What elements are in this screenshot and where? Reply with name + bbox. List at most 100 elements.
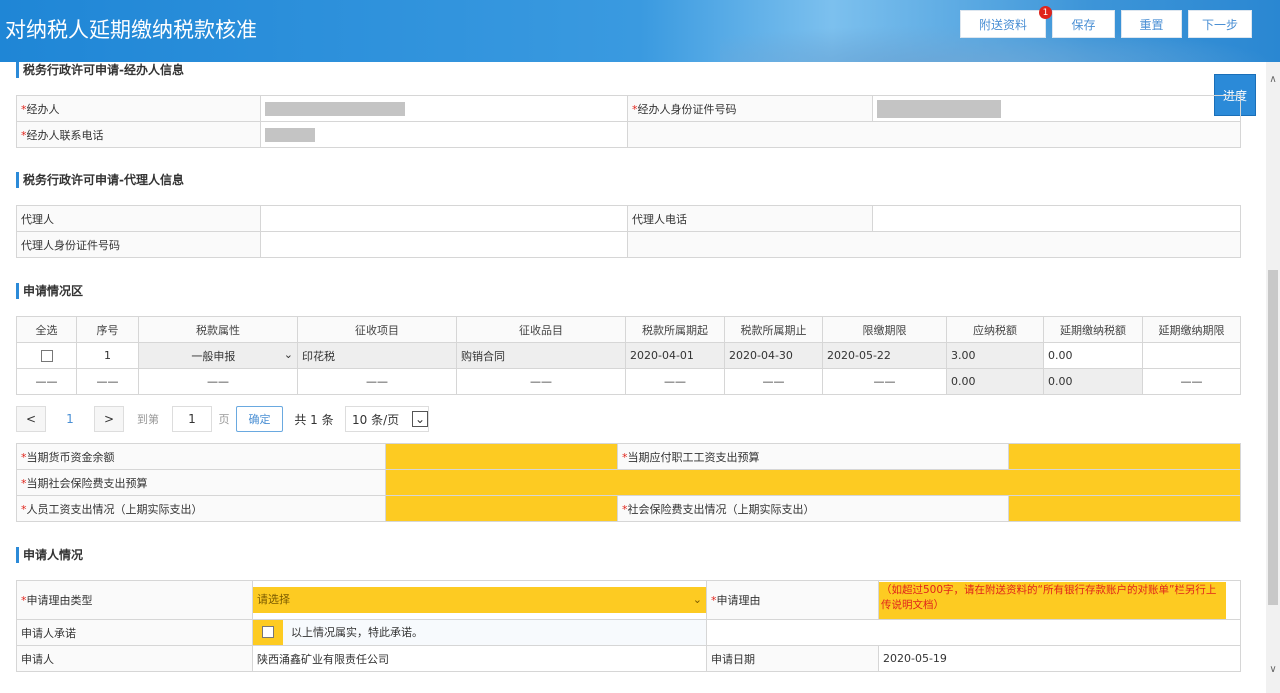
col-tax: 应纳税额 [947,317,1044,343]
reason-cell: （如超过500字，请在附送资料的“所有银行存款账户的对账单”栏另行上传说明文档） [879,581,1241,620]
empty-cell [628,232,1241,258]
section-title-apply: 申请情况区 [16,283,83,299]
row-seq: 1 [77,343,139,369]
save-button[interactable]: 保存 [1052,10,1115,38]
col-deferred-deadline: 延期缴纳期限 [1143,317,1241,343]
row-deferred-input[interactable]: 0.00 [1044,343,1143,369]
table-header: 全选 序号 税款属性 征收项目 征收品目 税款所属期起 税款所属期止 限缴期限 … [17,317,1241,343]
col-start: 税款所属期起 [626,317,725,343]
current-page[interactable]: 1 [46,406,94,432]
insurance-budget-label: *当期社会保险费支出预算 [17,470,386,496]
proxy-table: 代理人 代理人电话 代理人身份证件号码 [16,205,1241,258]
dash: —— [1143,369,1241,395]
dash: —— [626,369,725,395]
page-input[interactable]: 1 [172,406,212,432]
col-attr: 税款属性 [139,317,298,343]
proxy-name-field[interactable] [261,206,628,232]
agent-field[interactable] [261,96,628,122]
scrollbar-thumb[interactable] [1268,270,1278,605]
proxy-id-field[interactable] [261,232,628,258]
agent-table: *经办人 *经办人身份证件号码 *经办人联系电话 [16,95,1241,148]
section-title-applicant: 申请人情况 [16,547,83,563]
reason-textarea[interactable]: （如超过500字，请在附送资料的“所有银行存款账户的对账单”栏另行上传说明文档） [879,582,1226,619]
promise-text: 以上情况属实，特此承诺。 [291,626,423,639]
apply-date-value: 2020-05-19 [879,646,1241,672]
confirm-button[interactable]: 确定 [236,406,283,432]
total-tax: 0.00 [947,369,1044,395]
dash: —— [725,369,823,395]
agent-phone-field[interactable] [261,122,628,148]
row-subitem: 购销合同 [457,343,626,369]
header: 对纳税人延期缴纳税款核准 附送资料 保存 重置 下一步 1 [0,0,1280,62]
reason-type-label: *申请理由类型 [17,581,253,620]
prev-page-button[interactable]: < [16,406,46,432]
cash-balance-label: *当期货币资金余额 [17,444,386,470]
pagination: < 1 > 到第 1 页 确定 共 1 条 10 条/页⌄ [16,405,429,433]
redacted-value [265,102,405,116]
proxy-phone-label: 代理人电话 [628,206,873,232]
dash: —— [823,369,947,395]
attachments-badge: 1 [1039,6,1052,19]
per-page-select[interactable]: 10 条/页⌄ [345,406,429,432]
insurance-budget-input[interactable] [386,470,1241,496]
row-item: 印花税 [298,343,457,369]
promise-checkbox[interactable] [262,626,274,638]
apply-date-label: 申请日期 [707,646,879,672]
scroll-down-icon[interactable]: ∨ [1266,664,1280,675]
row-tax: 3.00 [947,343,1044,369]
next-page-button[interactable]: > [94,406,124,432]
wage-actual-input[interactable] [386,496,618,522]
reset-button[interactable]: 重置 [1121,10,1182,38]
redacted-value [877,100,1001,118]
row-checkbox-cell[interactable] [17,343,77,369]
agent-phone-label: *经办人联系电话 [17,122,261,148]
section-title-agent: 税务行政许可申请-经办人信息 [16,62,184,78]
col-select-all[interactable]: 全选 [17,317,77,343]
empty-cell [707,620,1241,646]
dash: —— [77,369,139,395]
total-count: 共 1 条 [283,406,345,432]
col-item: 征收项目 [298,317,457,343]
total-deferred: 0.00 [1044,369,1143,395]
chevron-down-icon: ⌄ [284,348,293,361]
cash-balance-input[interactable] [386,444,618,470]
attachments-button[interactable]: 附送资料 [960,10,1046,38]
proxy-phone-field[interactable] [873,206,1241,232]
row-deferred-deadline-input[interactable] [1143,343,1241,369]
reason-type-select[interactable]: 请选择⌄ [253,587,706,613]
row-deadline: 2020-05-22 [823,343,947,369]
page-title: 对纳税人延期缴纳税款核准 [5,14,257,44]
table-row: 1 一般申报⌄ 印花税 购销合同 2020-04-01 2020-04-30 2… [17,343,1241,369]
col-deadline: 限缴期限 [823,317,947,343]
chevron-down-icon: ⌄ [693,587,702,613]
row-checkbox[interactable] [41,350,53,362]
dash: —— [139,369,298,395]
dash: —— [17,369,77,395]
col-seq: 序号 [77,317,139,343]
proxy-id-label: 代理人身份证件号码 [17,232,261,258]
finance-table: *当期货币资金余额 *当期应付职工工资支出预算 *当期社会保险费支出预算 *人员… [16,443,1241,522]
next-step-button[interactable]: 下一步 [1188,10,1252,38]
col-deferred: 延期缴纳税额 [1044,317,1143,343]
promise-checkbox-wrap[interactable] [253,620,283,645]
wage-budget-input[interactable] [1009,444,1241,470]
promise-cell: 以上情况属实，特此承诺。 [253,620,707,646]
insurance-actual-input[interactable] [1009,496,1241,522]
agent-id-label: *经办人身份证件号码 [628,96,873,122]
row-start: 2020-04-01 [626,343,725,369]
row-end: 2020-04-30 [725,343,823,369]
col-subitem: 征收品目 [457,317,626,343]
applicant-name-label: 申请人 [17,646,253,672]
scroll-up-icon[interactable]: ∧ [1266,74,1280,85]
empty-cell [628,122,1241,148]
applicant-name-value: 陕西涌鑫矿业有限责任公司 [253,646,707,672]
wage-budget-label: *当期应付职工工资支出预算 [618,444,1009,470]
agent-id-field[interactable] [873,96,1241,122]
tax-attr-select[interactable]: 一般申报⌄ [139,343,298,369]
dash: —— [457,369,626,395]
page-unit: 页 [212,406,236,432]
total-row: —— —— —— —— —— —— —— —— 0.00 0.00 —— [17,369,1241,395]
chevron-down-icon: ⌄ [412,411,428,427]
insurance-actual-label: *社会保险费支出情况（上期实际支出） [618,496,1009,522]
reason-type-cell: 请选择⌄ [253,581,707,620]
